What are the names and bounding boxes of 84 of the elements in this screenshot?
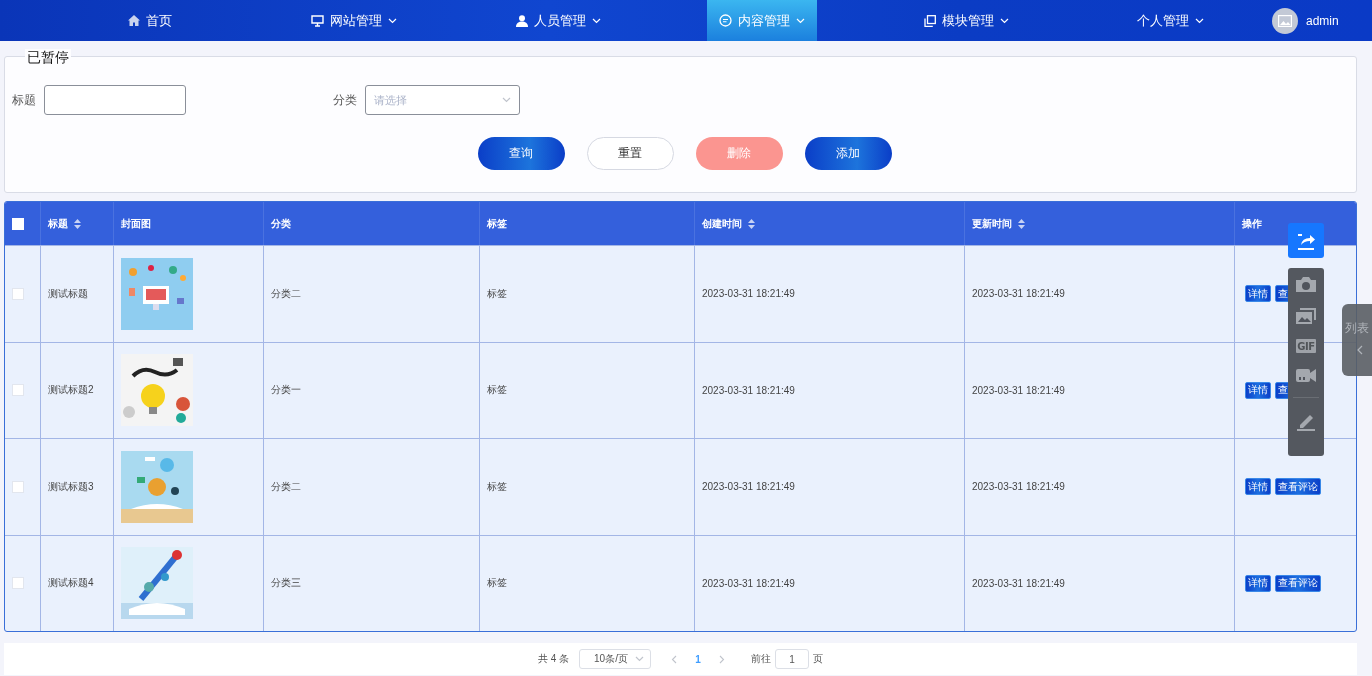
sort-icon[interactable]: [748, 218, 755, 229]
table-cell: 分类二: [271, 286, 301, 301]
table-cell: 2023-03-31 18:21:49: [702, 288, 795, 300]
table-cell: 测试标题4: [48, 576, 94, 591]
row-action-button[interactable]: 详情: [1245, 478, 1271, 496]
row-action-button[interactable]: 查看评论: [1275, 574, 1321, 592]
home-icon: [128, 15, 140, 26]
camera-icon[interactable]: [1295, 276, 1317, 293]
column-header[interactable]: 创建时间: [702, 216, 742, 231]
user-icon: [515, 14, 528, 27]
nav-label: 网站管理: [330, 11, 382, 30]
nav-tab[interactable]: 人员管理: [456, 0, 660, 41]
table-cell: 测试标题3: [48, 479, 94, 494]
table-cell: 2023-03-31 18:21:49: [702, 384, 795, 396]
table-cell: 2023-03-31 18:21:49: [702, 481, 795, 493]
row-action-button[interactable]: 查看评论: [1275, 478, 1321, 496]
action-button[interactable]: 添加: [804, 137, 892, 170]
row-checkbox[interactable]: [12, 577, 24, 590]
field-label: 标题: [12, 91, 36, 109]
column-header: 分类: [271, 216, 291, 231]
pen-icon[interactable]: [1296, 412, 1316, 431]
nav-label: 内容管理: [738, 11, 790, 30]
nav-label: 个人管理: [1136, 11, 1189, 30]
image-icon: [1278, 14, 1292, 27]
title-input[interactable]: [44, 85, 186, 115]
nav-tab[interactable]: 个人管理: [1068, 0, 1272, 41]
user-name[interactable]: admin: [1306, 13, 1339, 28]
action-button[interactable]: 查询: [477, 137, 565, 170]
nav-label: 人员管理: [533, 11, 586, 30]
video-camera-icon[interactable]: [1295, 367, 1317, 383]
share-icon: [1295, 231, 1317, 250]
monitor-icon: [311, 14, 324, 27]
column-header: 标签: [487, 216, 507, 231]
action-button[interactable]: 重置: [586, 137, 674, 170]
page-number[interactable]: 1: [685, 653, 712, 665]
field-label: 分类: [333, 91, 357, 109]
sort-icon[interactable]: [74, 218, 81, 229]
nav-label: 模块管理: [941, 11, 994, 30]
chevron-down-icon: [635, 656, 645, 662]
table-cell: 标签: [487, 383, 507, 398]
page-size-select[interactable]: 10条/页: [579, 649, 652, 669]
column-header[interactable]: 标题: [48, 216, 68, 231]
table-cell: 分类三: [271, 576, 301, 591]
table-cell: 标签: [487, 576, 507, 591]
recorder-status: 已暂停: [25, 49, 71, 67]
nav-label: 首页: [146, 11, 172, 30]
chevron-down-icon: [502, 97, 511, 103]
select-all-checkbox[interactable]: [12, 217, 24, 230]
page-input[interactable]: 1: [775, 649, 810, 669]
share-button[interactable]: [1288, 223, 1324, 258]
goto-label: 前往: [751, 652, 772, 666]
table-cell: 2023-03-31 18:21:49: [702, 577, 795, 589]
column-header: 封面图: [121, 216, 151, 231]
nav-tab[interactable]: 网站管理: [252, 0, 456, 41]
chevron-left-icon: [1357, 345, 1363, 355]
avatar[interactable]: [1272, 7, 1298, 34]
column-header[interactable]: 更新时间: [972, 216, 1012, 231]
nav-tab[interactable]: 内容管理: [707, 0, 817, 41]
row-checkbox[interactable]: [12, 287, 24, 300]
row-action-button[interactable]: 详情: [1245, 285, 1271, 303]
images-icon[interactable]: [1295, 307, 1317, 325]
table-cell: 2023-03-31 18:21:49: [972, 577, 1065, 589]
page-suffix: 页: [813, 652, 824, 666]
table-cell: 分类一: [271, 383, 301, 398]
table-cell: 分类二: [271, 479, 301, 494]
column-header: 操作: [1242, 216, 1262, 231]
total-count: 共 4 条: [537, 652, 570, 666]
table-cell: 2023-03-31 18:21:49: [972, 288, 1065, 300]
nav-tab[interactable]: 首页: [48, 0, 252, 41]
row-action-button[interactable]: 详情: [1245, 574, 1271, 592]
row-action-button[interactable]: 详情: [1245, 381, 1271, 399]
table-cell: 2023-03-31 18:21:49: [972, 481, 1065, 493]
row-checkbox[interactable]: [12, 384, 24, 397]
table-cell: 标签: [487, 286, 507, 301]
row-checkbox[interactable]: [12, 480, 24, 493]
chat-icon: [719, 14, 732, 27]
table-cell: 测试标题2: [48, 383, 94, 398]
sort-icon[interactable]: [1018, 218, 1025, 229]
copy-icon: [923, 14, 936, 27]
table-cell: 2023-03-31 18:21:49: [972, 384, 1065, 396]
table-cell: 测试标题: [48, 286, 88, 301]
gif-button[interactable]: GIF: [1296, 339, 1316, 353]
nav-tab[interactable]: 模块管理: [864, 0, 1068, 41]
table-cell: 标签: [487, 479, 507, 494]
